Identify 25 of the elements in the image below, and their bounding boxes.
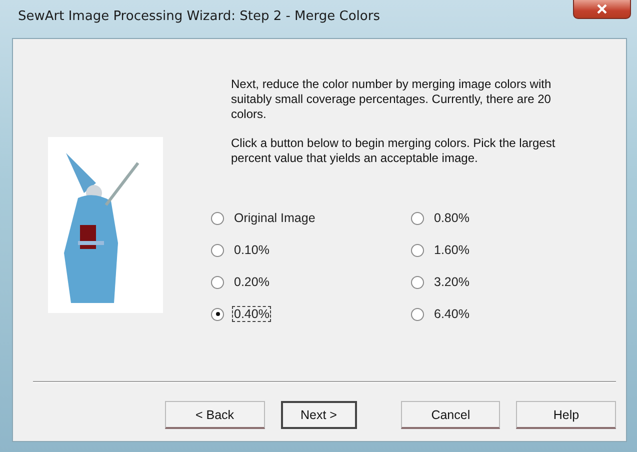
close-button[interactable] [573, 0, 631, 19]
window-title: SewArt Image Processing Wizard: Step 2 - Merge Colors [18, 9, 380, 24]
wizard-button[interactable]: Next > [280, 401, 357, 429]
option-label[interactable]: 0.80% [432, 210, 472, 226]
option-label[interactable]: 3.20% [432, 274, 472, 290]
option-label[interactable]: 0.10% [232, 242, 272, 258]
radio-button[interactable] [211, 276, 224, 288]
option-label[interactable]: 0.40% [232, 306, 272, 322]
wizard-button[interactable]: Help [516, 401, 616, 429]
wizard-button[interactable]: Cancel [400, 401, 500, 429]
close-icon [597, 4, 607, 14]
option-label[interactable]: Original Image [232, 210, 318, 226]
instruction-text: Click a button below to begin merging colors. Pick the largest percent value that yields an acceptable image. [231, 136, 556, 166]
radio-button[interactable] [411, 308, 424, 320]
wizard-button[interactable]: < Back [165, 401, 265, 429]
radio-button[interactable] [211, 212, 224, 224]
option-label[interactable]: 1.60% [432, 242, 472, 258]
radio-button[interactable] [411, 244, 424, 256]
radio-button[interactable] [211, 244, 224, 256]
radio-button[interactable] [211, 308, 224, 320]
option-label[interactable]: 0.20% [232, 274, 272, 290]
radio-button[interactable] [411, 276, 424, 288]
option-label[interactable]: 6.40% [432, 306, 472, 322]
instruction-text: Next, reduce the color number by merging image colors with suitably small coverage percentages. Currently, there are 20 colors. [231, 77, 552, 122]
radio-button[interactable] [411, 212, 424, 224]
